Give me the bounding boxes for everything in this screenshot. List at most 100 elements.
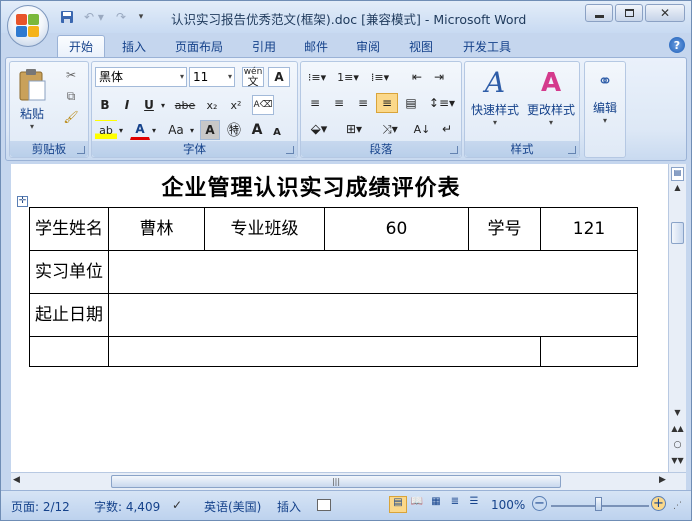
page-indicator[interactable]: 页面: 2/12 (11, 498, 70, 515)
undo-icon[interactable]: ↶ ▾ (79, 9, 109, 25)
customize-qat-icon[interactable]: ▾ (133, 9, 149, 25)
scroll-down-icon[interactable]: ▼ (669, 408, 686, 420)
table-cell[interactable]: 学生姓名 (29, 207, 109, 251)
shading-icon[interactable]: ⬙▾ (304, 119, 334, 139)
horizontal-scrollbar[interactable]: ◀ ||| ▶ (11, 472, 686, 490)
increase-indent-icon[interactable]: ⇥ (429, 67, 449, 87)
tab-references[interactable]: 引用 (243, 35, 285, 57)
phonetic-guide-button[interactable]: wén 文 (242, 67, 264, 87)
redo-icon[interactable]: ↷ (113, 9, 129, 25)
sort-icon[interactable]: A↓ (411, 119, 433, 139)
table-cell[interactable]: 学号 (468, 207, 541, 251)
help-icon[interactable]: ? (669, 37, 685, 53)
tab-view[interactable]: 视图 (400, 35, 442, 57)
prev-page-icon[interactable]: ▲▲ (669, 424, 686, 436)
char-shading-button[interactable]: A (200, 120, 220, 140)
table-cell[interactable]: 起止日期 (29, 293, 109, 337)
paste-button[interactable]: 粘贴 ▾ (14, 66, 50, 136)
table-cell[interactable]: 专业班级 (204, 207, 325, 251)
enclose-char-icon[interactable]: ㊕ (224, 120, 244, 140)
strikethrough-button[interactable]: abe (172, 95, 198, 115)
zoom-slider-thumb[interactable] (595, 497, 602, 511)
table-cell[interactable]: 曹林 (108, 207, 205, 251)
office-button[interactable] (7, 5, 49, 47)
superscript-button[interactable]: x² (226, 95, 246, 115)
table-move-handle-icon[interactable]: ✛ (17, 196, 28, 207)
table-cell[interactable] (108, 250, 638, 294)
macro-record-icon[interactable] (317, 499, 331, 511)
table-cell[interactable]: 60 (324, 207, 469, 251)
font-launcher-icon[interactable] (286, 146, 294, 154)
show-marks-icon[interactable]: ↵ (437, 119, 457, 139)
scroll-left-icon[interactable]: ◀ (13, 475, 20, 485)
tab-mailings[interactable]: 邮件 (295, 35, 337, 57)
hscroll-thumb[interactable]: ||| (111, 475, 561, 488)
insert-mode[interactable]: 插入 (277, 498, 301, 515)
tab-review[interactable]: 审阅 (347, 35, 389, 57)
scroll-up-icon[interactable]: ▲ (669, 183, 686, 195)
format-painter-icon[interactable]: 🖌 (60, 107, 82, 127)
close-button[interactable]: ✕ (645, 4, 685, 22)
browse-object-icon[interactable]: ○ (669, 440, 686, 452)
tab-insert[interactable]: 插入 (113, 35, 155, 57)
save-icon[interactable] (59, 9, 75, 25)
align-center-icon[interactable]: ≡ (328, 93, 350, 113)
print-layout-icon[interactable]: ▤ (389, 496, 407, 513)
highlight-button[interactable]: ab (95, 120, 117, 140)
zoom-in-icon[interactable]: + (651, 496, 666, 511)
distributed-icon[interactable]: ▤ (400, 93, 422, 113)
bullets-icon[interactable]: ⁝≡▾ (304, 67, 330, 87)
tab-home[interactable]: 开始 (57, 35, 105, 57)
cut-icon[interactable]: ✂ (60, 65, 82, 85)
vertical-scrollbar[interactable]: ▤ ▲ ▼ ▲▲ ○ ▼▼ (668, 164, 686, 472)
align-left-icon[interactable]: ≡ (304, 93, 326, 113)
table-cell[interactable]: 121 (540, 207, 638, 251)
tab-page-layout[interactable]: 页面布局 (167, 35, 231, 57)
table-cell[interactable] (108, 336, 541, 367)
underline-button[interactable]: U (139, 95, 159, 115)
scroll-right-icon[interactable]: ▶ (659, 475, 666, 485)
table-cell[interactable]: 实习单位 (29, 250, 109, 294)
quick-styles-button[interactable]: A 快速样式 ▾ (469, 65, 521, 137)
styles-launcher-icon[interactable] (568, 146, 576, 154)
restore-button[interactable] (615, 4, 643, 22)
numbering-icon[interactable]: 1≡▾ (334, 67, 362, 87)
font-size-select[interactable]: 11 ▾ (189, 67, 235, 87)
next-page-icon[interactable]: ▼▼ (669, 456, 686, 468)
copy-icon[interactable]: ⧉ (60, 86, 82, 106)
clipboard-launcher-icon[interactable] (77, 146, 85, 154)
language-indicator[interactable]: 英语(美国) (204, 498, 261, 515)
change-styles-button[interactable]: A 更改样式 ▾ (525, 65, 577, 137)
zoom-level[interactable]: 100% (491, 498, 525, 512)
table-cell[interactable] (29, 336, 109, 367)
zoom-out-icon[interactable]: − (532, 496, 547, 511)
document-area[interactable]: 企业管理认识实习成绩评价表 ✛ 学生姓名 曹林 专业班级 60 学号 121 实… (11, 164, 668, 472)
table-cell[interactable] (540, 336, 638, 367)
minimize-button[interactable] (585, 4, 613, 22)
outline-view-icon[interactable]: ≣ (446, 496, 464, 513)
highlight-dropdown-icon[interactable]: ▾ (117, 120, 125, 140)
line-spacing-icon[interactable]: ↕≡▾ (427, 93, 457, 113)
shrink-font-button[interactable]: A (268, 122, 286, 142)
word-count[interactable]: 字数: 4,409 (94, 498, 160, 515)
font-color-dropdown-icon[interactable]: ▾ (150, 120, 158, 140)
change-case-button[interactable]: Aa (164, 120, 188, 140)
justify-icon[interactable]: ≡ (376, 93, 398, 113)
table-cell[interactable] (108, 293, 638, 337)
ruler-toggle-icon[interactable]: ▤ (671, 167, 684, 181)
clear-format-icon[interactable]: A⌫ (252, 95, 274, 115)
tab-developer[interactable]: 开发工具 (453, 35, 521, 57)
char-border-button[interactable]: A (268, 67, 290, 87)
borders-icon[interactable]: ⊞▾ (339, 119, 369, 139)
full-screen-reading-icon[interactable]: 📖 (408, 496, 426, 513)
resize-grip-icon[interactable]: ⋰ (673, 501, 682, 511)
draft-view-icon[interactable]: ☰ (465, 496, 483, 513)
subscript-button[interactable]: x₂ (202, 95, 222, 115)
font-name-select[interactable]: 黑体 ▾ (95, 67, 187, 87)
italic-button[interactable]: I (117, 95, 137, 115)
scroll-thumb[interactable] (671, 222, 684, 244)
grow-font-button[interactable]: A (248, 120, 266, 140)
decrease-indent-icon[interactable]: ⇤ (407, 67, 427, 87)
multilevel-list-icon[interactable]: ⁞≡▾ (366, 67, 394, 87)
font-color-button[interactable]: A (130, 120, 150, 140)
